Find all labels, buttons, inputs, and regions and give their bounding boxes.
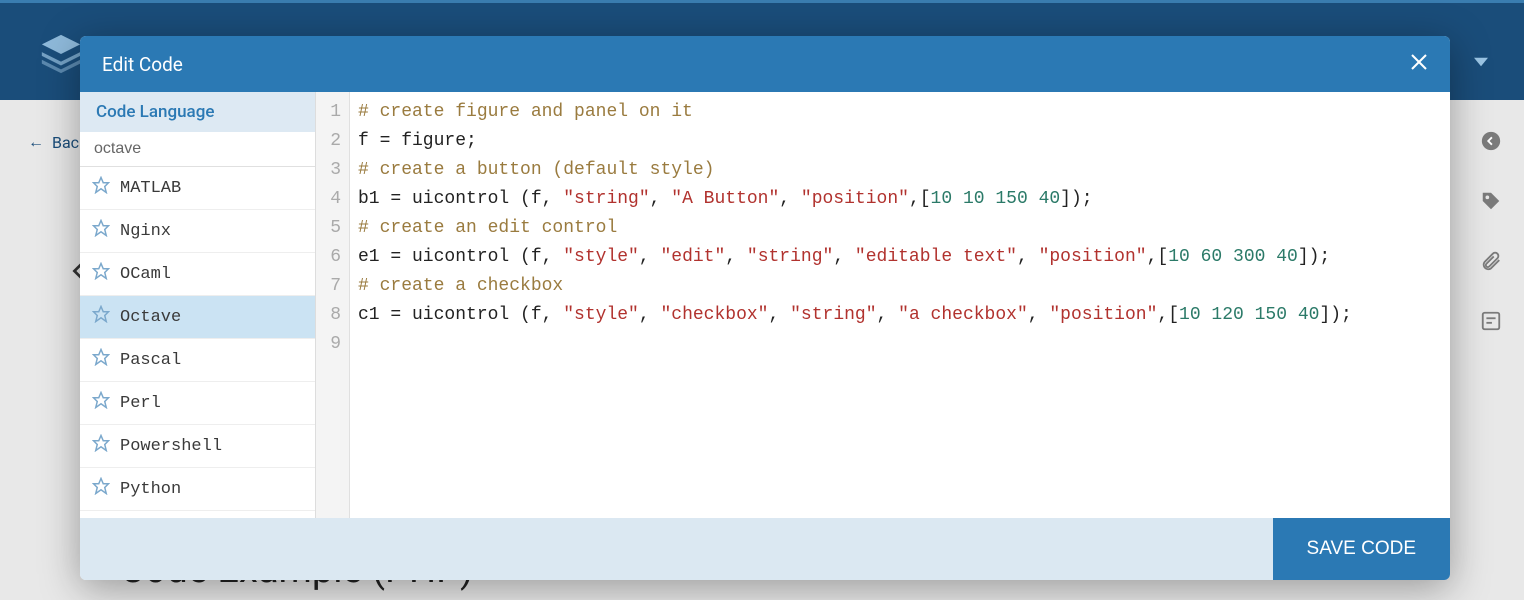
star-icon[interactable] (92, 391, 110, 415)
line-number: 5 (330, 214, 341, 243)
language-item-pascal[interactable]: Pascal (80, 339, 315, 382)
language-item-matlab[interactable]: MATLAB (80, 167, 315, 210)
code-line[interactable]: f = figure; (358, 127, 1352, 156)
code-line[interactable]: c1 = uicontrol (f, "style", "checkbox", … (358, 301, 1352, 330)
line-number: 2 (330, 127, 341, 156)
code-line[interactable]: # create a button (default style) (358, 156, 1352, 185)
language-item-perl[interactable]: Perl (80, 382, 315, 425)
attachment-icon[interactable] (1480, 250, 1502, 272)
close-icon[interactable] (1410, 52, 1428, 76)
language-item-label: Octave (120, 308, 181, 327)
language-item-octave[interactable]: Octave (80, 296, 315, 339)
app-logo-icon (38, 31, 84, 77)
tag-icon[interactable] (1480, 190, 1502, 212)
language-item-label: MATLAB (120, 179, 181, 198)
line-number: 6 (330, 243, 341, 272)
modal-footer: SAVE CODE (80, 518, 1450, 580)
form-icon[interactable] (1480, 310, 1502, 332)
star-icon[interactable] (92, 434, 110, 458)
language-item-label: Perl (120, 394, 161, 413)
line-number: 1 (330, 98, 341, 127)
language-list: MATLAB Nginx OCaml Octave Pascal Perl Powershe… (80, 167, 315, 518)
code-content[interactable]: # create figure and panel on itf = figur… (350, 92, 1360, 518)
line-number: 9 (330, 330, 341, 359)
code-line[interactable]: # create figure and panel on it (358, 98, 1352, 127)
back-label: Bac (52, 133, 79, 152)
language-item-label: Nginx (120, 222, 171, 241)
edit-code-modal: Edit Code Code Language MATLAB Nginx OCaml… (80, 36, 1450, 580)
language-item-ruby[interactable]: Ruby (80, 511, 315, 518)
star-icon[interactable] (92, 305, 110, 329)
code-editor[interactable]: 123456789 # create figure and panel on i… (316, 92, 1450, 518)
modal-body: Code Language MATLAB Nginx OCaml Octave Pasc… (80, 92, 1450, 518)
language-item-powershell[interactable]: Powershell (80, 425, 315, 468)
line-number: 8 (330, 301, 341, 330)
language-item-label: Powershell (120, 437, 222, 456)
modal-header: Edit Code (80, 36, 1450, 92)
star-icon[interactable] (92, 262, 110, 286)
language-item-nginx[interactable]: Nginx (80, 210, 315, 253)
code-line[interactable]: b1 = uicontrol (f, "string", "A Button",… (358, 185, 1352, 214)
circle-left-icon[interactable] (1480, 130, 1502, 152)
back-arrow-icon: ← (28, 132, 44, 152)
line-gutter: 123456789 (316, 92, 350, 518)
language-item-label: Pascal (120, 351, 181, 370)
star-icon[interactable] (92, 348, 110, 372)
language-item-ocaml[interactable]: OCaml (80, 253, 315, 296)
language-search-input[interactable] (80, 132, 315, 167)
star-icon[interactable] (92, 219, 110, 243)
star-icon[interactable] (92, 477, 110, 501)
language-item-python[interactable]: Python (80, 468, 315, 511)
code-line[interactable] (358, 330, 1352, 359)
language-header: Code Language (80, 92, 315, 132)
code-line[interactable]: # create an edit control (358, 214, 1352, 243)
save-code-button[interactable]: SAVE CODE (1273, 518, 1450, 580)
line-number: 4 (330, 185, 341, 214)
line-number: 3 (330, 156, 341, 185)
language-item-label: Python (120, 480, 181, 499)
star-icon[interactable] (92, 176, 110, 200)
language-item-label: OCaml (120, 265, 171, 284)
code-line[interactable]: # create a checkbox (358, 272, 1352, 301)
side-toolbar (1480, 130, 1502, 332)
modal-title: Edit Code (102, 53, 183, 76)
line-number: 7 (330, 272, 341, 301)
code-line[interactable]: e1 = uicontrol (f, "style", "edit", "str… (358, 243, 1352, 272)
language-panel: Code Language MATLAB Nginx OCaml Octave Pasc… (80, 92, 316, 518)
topbar-dropdown-icon[interactable] (1474, 55, 1488, 69)
